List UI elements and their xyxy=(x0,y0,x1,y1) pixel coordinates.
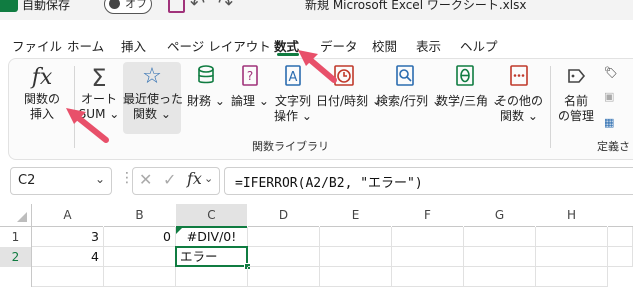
arrow-to-formulas-tab xyxy=(298,50,337,83)
annotation-arrows xyxy=(66,50,337,143)
arrow-to-insert-function xyxy=(66,108,109,143)
